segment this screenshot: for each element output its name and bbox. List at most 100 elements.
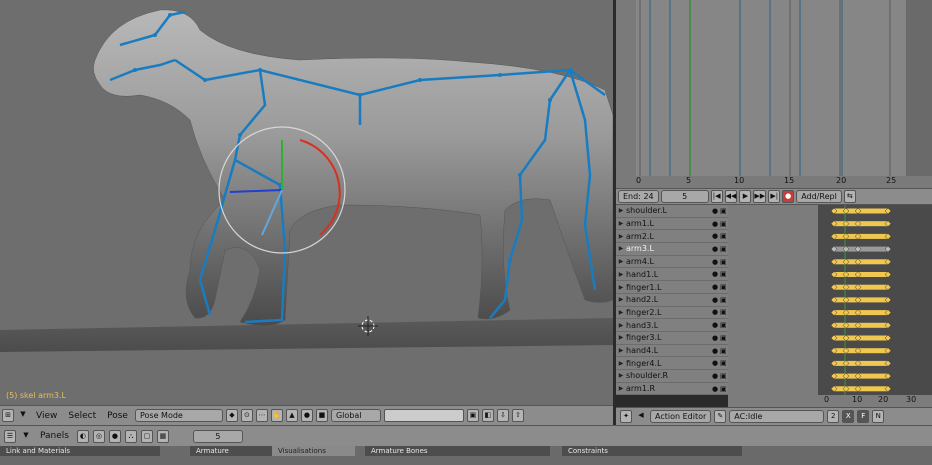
channel-row[interactable]: ▶ shoulder.L ● ▣	[616, 205, 728, 218]
scale-icon[interactable]: ■	[315, 409, 328, 422]
channel-row[interactable]: ▶ hand3.L ● ▣	[616, 319, 728, 332]
expand-icon[interactable]: ▶	[616, 347, 626, 354]
layer-buttons[interactable]	[383, 409, 464, 422]
jump-start-button[interactable]: |◀	[710, 190, 723, 203]
mode-select[interactable]: Pose Mode	[134, 409, 223, 422]
unlink-button[interactable]: X	[842, 410, 855, 423]
expand-icon[interactable]: ▶	[616, 271, 626, 278]
eye-icon[interactable]: ●	[712, 283, 720, 291]
hand-icon[interactable]: ✋	[270, 409, 283, 422]
expand-icon[interactable]: ▶	[616, 207, 626, 214]
view-menu[interactable]: View	[32, 411, 61, 421]
channel-row[interactable]: ▶ hand1.L ● ▣	[616, 269, 728, 282]
logic-icon[interactable]: ◐	[76, 429, 89, 443]
channel-row[interactable]: ▶ arm1.R ● ▣	[616, 383, 728, 396]
lock-icon[interactable]: ▣	[720, 334, 728, 342]
collapse-icon[interactable]: ▼	[17, 409, 29, 422]
script-icon[interactable]: ◎	[92, 429, 105, 443]
next-key-button[interactable]: ▶▶	[753, 190, 767, 203]
channel-row[interactable]: ▶ hand2.L ● ▣	[616, 294, 728, 307]
channel-row[interactable]: ▶ finger1.L ● ▣	[616, 281, 728, 294]
expand-icon[interactable]: ▶	[616, 334, 626, 341]
panel-visualisations[interactable]: Visualisations	[272, 446, 355, 456]
lock-icon[interactable]: ▣	[720, 232, 728, 240]
eye-icon[interactable]: ●	[712, 270, 720, 278]
lock-icon[interactable]: ▣	[720, 207, 728, 215]
expand-icon[interactable]: ▶	[616, 372, 626, 379]
prev-key-button[interactable]: ◀◀	[724, 190, 738, 203]
lock-layers-icon[interactable]: ▣	[466, 409, 479, 422]
lock-icon[interactable]: ▣	[720, 220, 728, 228]
play-button[interactable]: ▶	[739, 190, 752, 203]
eye-icon[interactable]: ●	[712, 220, 720, 228]
channel-row[interactable]: ▶ hand4.L ● ▣	[616, 345, 728, 358]
lock-icon[interactable]: ▣	[720, 296, 728, 304]
lock-icon[interactable]: ▣	[720, 372, 728, 380]
frame-field[interactable]: 5	[192, 429, 243, 443]
channel-row[interactable]: ▶ arm4.L ● ▣	[616, 256, 728, 269]
expand-icon[interactable]: ▶	[616, 220, 626, 227]
lock-icon[interactable]: ▣	[720, 283, 728, 291]
channel-row[interactable]: ▶ finger3.L ● ▣	[616, 332, 728, 345]
editor-type-select[interactable]: Action Editor	[650, 410, 712, 423]
object-icon[interactable]: ⛬	[124, 429, 137, 443]
jump-end-button[interactable]: ▶|	[768, 190, 781, 203]
extra-menu[interactable]: N	[872, 410, 885, 423]
channel-row[interactable]: ▶ finger4.L ● ▣	[616, 357, 728, 371]
eye-icon[interactable]: ●	[712, 296, 720, 304]
eye-icon[interactable]: ●	[712, 258, 720, 266]
lock-icon[interactable]: ▣	[720, 347, 728, 355]
channel-row[interactable]: ▶ finger2.L ● ▣	[616, 307, 728, 320]
users-count[interactable]: 2	[827, 410, 840, 423]
fake-user-button[interactable]: F	[857, 410, 870, 423]
expand-icon[interactable]: ▶	[616, 360, 626, 367]
eye-icon[interactable]: ●	[712, 232, 720, 240]
editor-type-icon[interactable]: ⊞	[2, 409, 14, 422]
eye-icon[interactable]: ●	[712, 334, 720, 342]
lock-icon[interactable]: ▣	[720, 270, 728, 278]
timeline-graph[interactable]	[616, 0, 932, 178]
eye-icon[interactable]: ●	[712, 372, 720, 380]
scene-icon[interactable]: ▦	[156, 429, 169, 443]
end-frame-field[interactable]: End: 24	[618, 190, 659, 203]
key-mode-select[interactable]: Add/Repl	[796, 190, 842, 203]
lock-icon[interactable]: ▣	[720, 385, 728, 393]
expand-icon[interactable]: ▶	[616, 233, 626, 240]
widget-icon[interactable]: ⋯	[255, 409, 268, 422]
pose-menu[interactable]: Pose	[103, 411, 132, 421]
channel-row[interactable]: ▶ shoulder.R ● ▣	[616, 370, 728, 383]
eye-icon[interactable]: ●	[712, 245, 720, 253]
lock-icon[interactable]: ▣	[720, 359, 728, 367]
expand-icon[interactable]: ▶	[616, 309, 626, 316]
orientation-select[interactable]: Global	[330, 409, 381, 422]
lock-icon[interactable]: ▣	[720, 321, 728, 329]
eye-icon[interactable]: ●	[712, 359, 720, 367]
pin-icon[interactable]: ✎	[714, 410, 727, 423]
expand-icon[interactable]: ▶	[616, 284, 626, 291]
lion-mesh[interactable]	[93, 9, 613, 326]
panel-constraints[interactable]: Constraints	[562, 446, 742, 456]
3d-viewport[interactable]: (5) skel arm3.L	[0, 0, 613, 405]
lock-icon[interactable]: ▣	[720, 308, 728, 316]
keyframe-area[interactable]	[728, 205, 932, 395]
panels-menu[interactable]: Panels	[36, 431, 73, 441]
panel-armature-bones[interactable]: Armature Bones	[365, 446, 550, 456]
rotate-icon[interactable]: ●	[300, 409, 313, 422]
expand-icon[interactable]: ▶	[616, 385, 626, 392]
lock-icon[interactable]: ▣	[720, 245, 728, 253]
expand-icon[interactable]: ▶	[616, 322, 626, 329]
lock-icon[interactable]: ▣	[720, 258, 728, 266]
paste-pose-icon[interactable]: ⇧	[511, 409, 524, 422]
eye-icon[interactable]: ●	[712, 385, 720, 393]
pivot-icon[interactable]: ⊙	[240, 409, 253, 422]
expand-icon[interactable]: ▶	[616, 296, 626, 303]
channel-row-selected[interactable]: ▶ arm3.L ● ▣	[616, 243, 728, 256]
expand-icon[interactable]: ▶	[616, 245, 626, 252]
editing-icon[interactable]: ▢	[140, 429, 153, 443]
record-button[interactable]: ●	[782, 190, 795, 203]
eye-icon[interactable]: ●	[712, 308, 720, 316]
shading-icon[interactable]: ●	[108, 429, 121, 443]
timeline-ruler[interactable]: 0 5 10 15 20 25	[616, 176, 932, 188]
keying-icon[interactable]: ⇆	[843, 190, 856, 203]
render-icon[interactable]: ◧	[481, 409, 494, 422]
